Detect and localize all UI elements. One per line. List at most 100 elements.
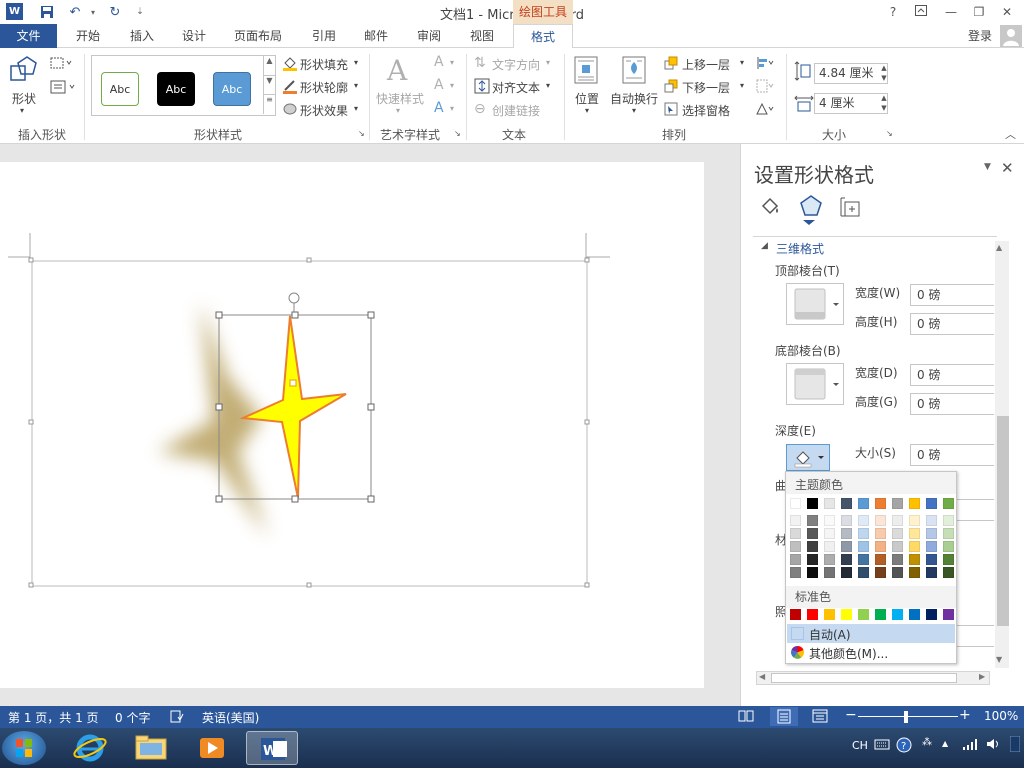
- theme-color-swatch[interactable]: [790, 528, 801, 539]
- pane-options-icon[interactable]: ▼: [984, 162, 991, 172]
- shape-effects-button[interactable]: 形状效果: [300, 102, 348, 119]
- shape-outline-dropdown-icon[interactable]: ▾: [354, 81, 358, 90]
- selection-pane-button[interactable]: 选择窗格: [682, 102, 730, 119]
- shapes-button-label[interactable]: 形状: [12, 90, 36, 107]
- theme-color-swatch[interactable]: [875, 541, 886, 552]
- shape-style-sample-black[interactable]: Abc: [157, 72, 195, 106]
- standard-color-swatch[interactable]: [943, 609, 954, 620]
- theme-color-swatch[interactable]: [943, 498, 954, 509]
- tab-format[interactable]: 格式: [513, 24, 573, 49]
- shape-height-input[interactable]: 4.84 厘米: [814, 63, 888, 84]
- standard-color-swatch[interactable]: [790, 609, 801, 620]
- show-hidden-icons[interactable]: ▲: [942, 739, 948, 748]
- theme-color-swatch[interactable]: [858, 541, 869, 552]
- bottom-bevel-picker[interactable]: [786, 363, 844, 405]
- shape-style-sample-white[interactable]: Abc: [101, 72, 139, 106]
- standard-color-swatch[interactable]: [909, 609, 920, 620]
- theme-color-swatch[interactable]: [790, 567, 801, 578]
- top-width-input[interactable]: 0 磅: [910, 284, 994, 306]
- theme-color-swatch[interactable]: [875, 554, 886, 565]
- ime-help-icon[interactable]: ?: [896, 737, 912, 756]
- effects-tab-icon[interactable]: [799, 194, 823, 221]
- theme-color-swatch[interactable]: [790, 515, 801, 526]
- theme-color-swatch[interactable]: [858, 515, 869, 526]
- language-indicator[interactable]: 英语(美国): [202, 709, 259, 726]
- print-layout-icon[interactable]: [770, 707, 798, 726]
- edit-shape-icon[interactable]: [50, 56, 72, 74]
- word-count[interactable]: 0 个字: [115, 709, 150, 726]
- theme-color-swatch[interactable]: [807, 567, 818, 578]
- depth-size-input[interactable]: 0 磅: [910, 444, 994, 466]
- top-bevel-picker[interactable]: [786, 283, 844, 325]
- volume-icon[interactable]: [986, 738, 1002, 753]
- theme-color-swatch[interactable]: [926, 515, 937, 526]
- more-colors-item[interactable]: 其他颜色(M)...: [809, 645, 888, 662]
- shape-styles-launcher-icon[interactable]: ↘: [358, 129, 365, 138]
- zoom-in-icon[interactable]: +: [959, 707, 971, 723]
- sign-in-link[interactable]: 登录: [968, 27, 992, 44]
- theme-color-swatch[interactable]: [875, 528, 886, 539]
- tab-review[interactable]: 审阅: [411, 24, 447, 48]
- file-explorer-icon[interactable]: [126, 731, 178, 765]
- start-button-icon[interactable]: [2, 731, 46, 765]
- tab-page-layout[interactable]: 页面布局: [228, 24, 288, 48]
- shape-effects-dropdown-icon[interactable]: ▾: [354, 104, 358, 113]
- bring-forward-dropdown-icon[interactable]: ▾: [740, 58, 744, 67]
- shape-height-spinner-icon[interactable]: ▲ ▼: [879, 63, 889, 83]
- shape-outline-button[interactable]: 形状轮廓: [300, 79, 348, 96]
- theme-color-swatch[interactable]: [909, 567, 920, 578]
- theme-color-swatch[interactable]: [892, 541, 903, 552]
- theme-color-swatch[interactable]: [824, 541, 835, 552]
- theme-color-swatch[interactable]: [824, 554, 835, 565]
- theme-color-swatch[interactable]: [943, 515, 954, 526]
- zoom-slider[interactable]: [858, 716, 958, 717]
- theme-color-swatch[interactable]: [841, 515, 852, 526]
- theme-color-swatch[interactable]: [909, 528, 920, 539]
- shape-width-input[interactable]: 4 厘米: [814, 93, 888, 114]
- close-icon[interactable]: ✕: [996, 2, 1018, 22]
- theme-color-swatch[interactable]: [943, 567, 954, 578]
- internet-explorer-icon[interactable]: [66, 731, 118, 765]
- theme-color-swatch[interactable]: [807, 541, 818, 552]
- shape-fill-dropdown-icon[interactable]: ▾: [354, 58, 358, 67]
- theme-color-swatch[interactable]: [875, 567, 886, 578]
- shape-fill-icon[interactable]: [282, 55, 298, 75]
- standard-color-swatch[interactable]: [858, 609, 869, 620]
- theme-color-swatch[interactable]: [841, 528, 852, 539]
- tab-home[interactable]: 开始: [70, 24, 106, 48]
- selection-pane-icon[interactable]: [664, 102, 678, 120]
- theme-color-swatch[interactable]: [892, 515, 903, 526]
- position-dropdown-icon[interactable]: ▾: [585, 106, 589, 115]
- network-icon[interactable]: [962, 738, 978, 753]
- ime-options-icon[interactable]: ⁂: [922, 737, 932, 748]
- position-icon[interactable]: [574, 56, 598, 88]
- standard-color-swatch[interactable]: [824, 609, 835, 620]
- theme-color-swatch[interactable]: [807, 498, 818, 509]
- theme-color-swatch[interactable]: [790, 554, 801, 565]
- restore-icon[interactable]: ❐: [968, 2, 990, 22]
- theme-color-swatch[interactable]: [824, 515, 835, 526]
- tab-mailings[interactable]: 邮件: [358, 24, 394, 48]
- theme-color-swatch[interactable]: [858, 498, 869, 509]
- theme-color-swatch[interactable]: [926, 554, 937, 565]
- scroll-left-icon[interactable]: ◀: [759, 672, 765, 681]
- keyboard-icon[interactable]: [874, 738, 890, 753]
- theme-color-swatch[interactable]: [943, 554, 954, 565]
- align-text-icon[interactable]: [474, 78, 490, 98]
- wordart-launcher-icon[interactable]: ↘: [454, 129, 461, 138]
- ribbon-display-options-icon[interactable]: [910, 2, 932, 22]
- theme-color-swatch[interactable]: [892, 498, 903, 509]
- shape-effects-icon[interactable]: [282, 101, 298, 119]
- theme-color-swatch[interactable]: [824, 528, 835, 539]
- section-collapse-icon[interactable]: ◢: [761, 241, 768, 251]
- depth-color-button[interactable]: [786, 444, 830, 471]
- theme-color-swatch[interactable]: [858, 567, 869, 578]
- tab-references[interactable]: 引用: [306, 24, 342, 48]
- theme-color-swatch[interactable]: [824, 567, 835, 578]
- theme-color-swatch[interactable]: [790, 541, 801, 552]
- collapse-ribbon-icon[interactable]: ︿: [1005, 126, 1016, 142]
- rotate-objects-icon[interactable]: [756, 102, 774, 120]
- bring-forward-button[interactable]: 上移一层: [682, 56, 730, 73]
- minimize-icon[interactable]: —: [940, 2, 962, 22]
- wrap-text-icon[interactable]: [622, 56, 646, 88]
